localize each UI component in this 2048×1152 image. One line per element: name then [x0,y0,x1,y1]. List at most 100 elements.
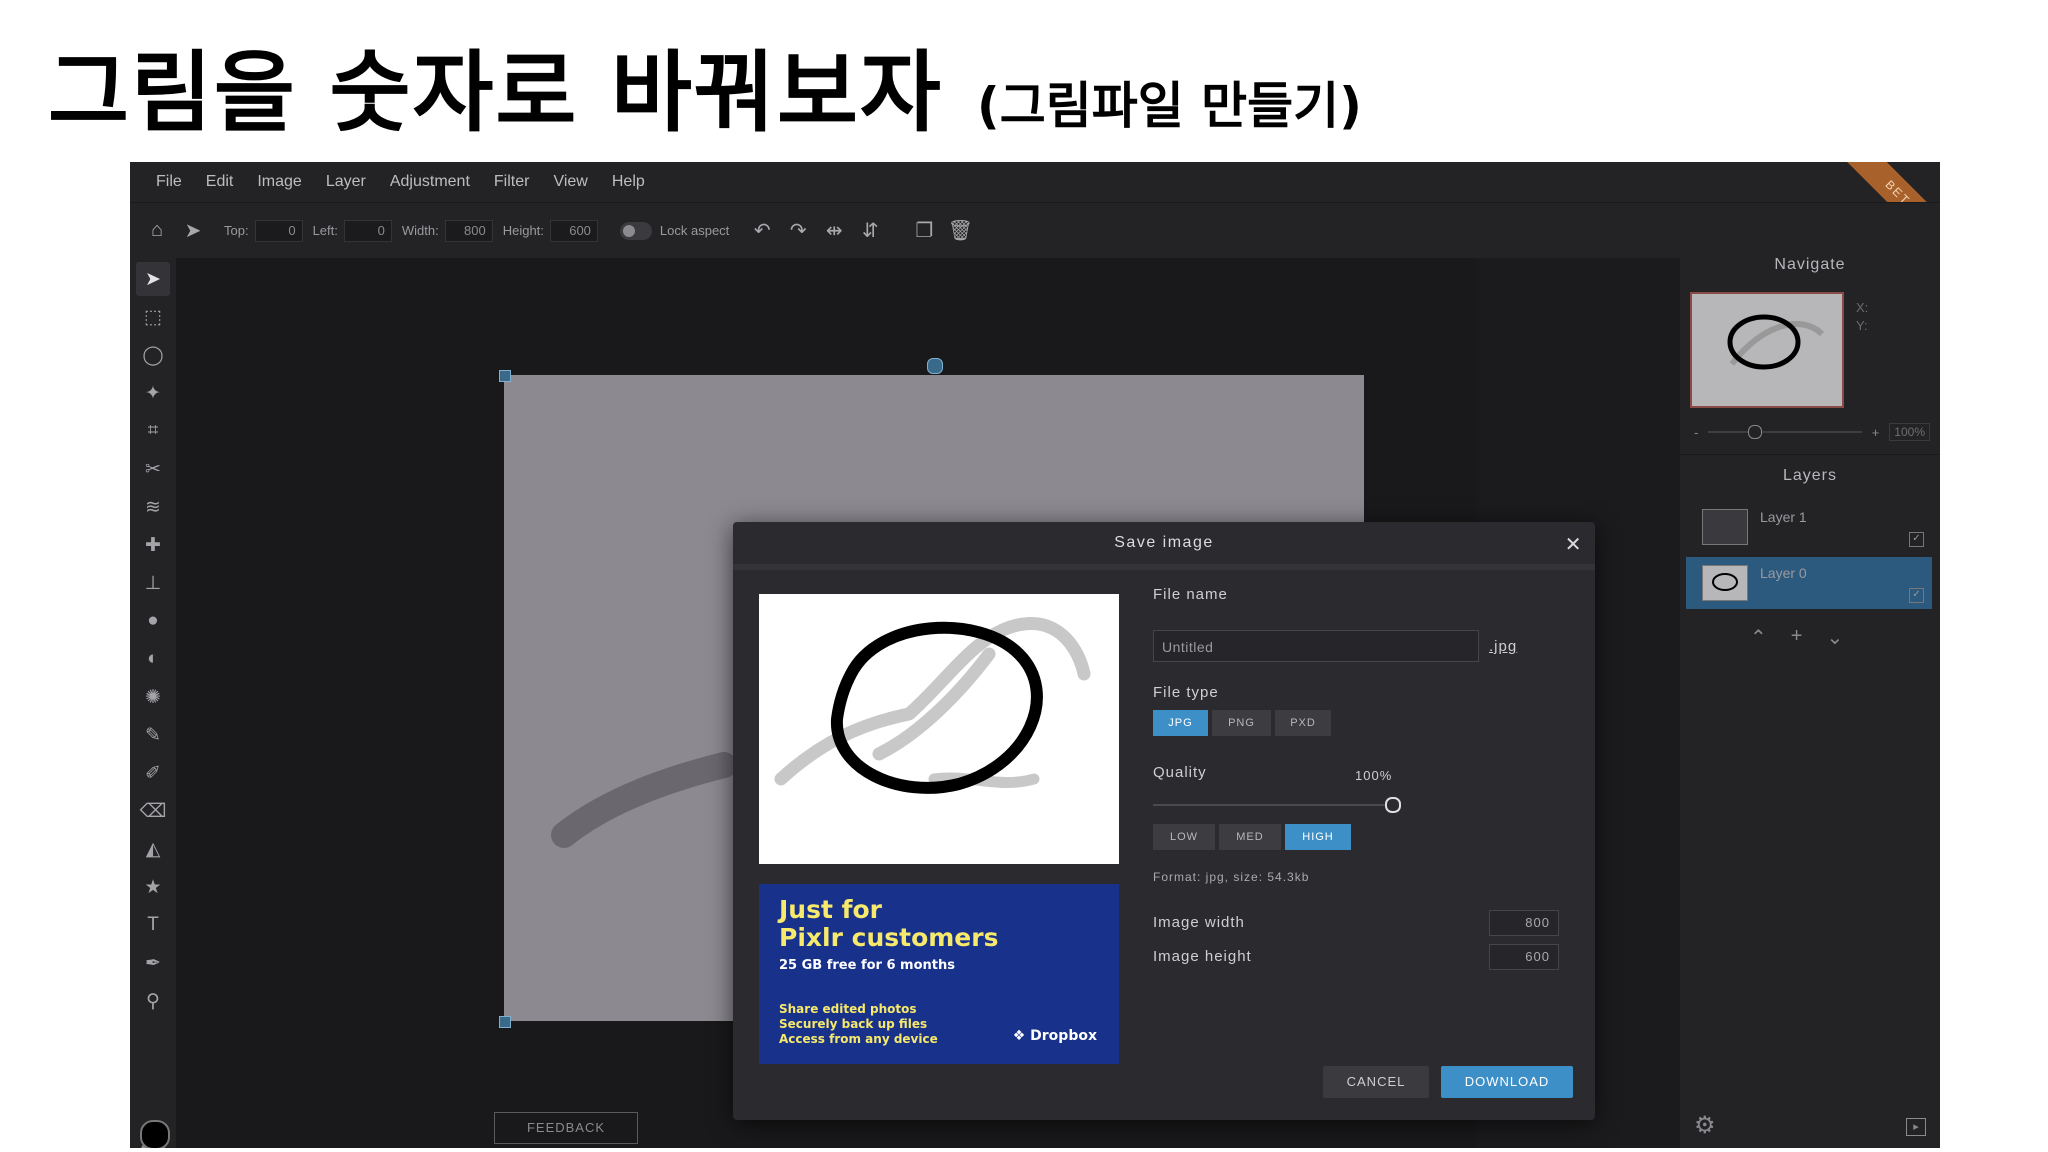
preview-drawing [774,617,1091,794]
quality-med-button[interactable]: MED [1219,824,1281,850]
left-input[interactable]: 0 [343,219,392,242]
menu-edit[interactable]: Edit [206,173,234,191]
navigate-title: Navigate [1774,256,1846,273]
quality-low-button[interactable]: LOW [1153,824,1215,850]
navigator-preview [1727,314,1825,370]
rotate-right-icon[interactable]: ↷ [783,216,813,246]
image-width-input[interactable]: 800 [1489,910,1559,936]
lasso-icon[interactable]: ◯ [136,338,170,372]
image-preview [759,594,1119,864]
flip-horizontal-icon[interactable]: ⇹ [819,216,849,246]
menu-file[interactable]: File [156,173,182,191]
dodge-icon[interactable]: ◐ [136,642,170,676]
options-toolbar: ⌂ ➤ Top: 0 Left: 0 Width: 800 Height: 60… [130,202,1940,258]
layer-row[interactable]: Layer 1 ✓ [1686,501,1932,553]
color-picker-icon[interactable]: ✒ [136,946,170,980]
transform-handle[interactable] [499,1016,511,1028]
ad-feature: Share edited photos [779,1002,917,1016]
zoom-control: - + 100% [1694,422,1930,442]
foreground-color-swatch[interactable] [140,1120,170,1148]
star-shape-icon[interactable]: ★ [136,870,170,904]
format-info: Format: jpg, size: 54.3kb [1153,870,1310,884]
top-input[interactable]: 0 [254,219,303,242]
settings-gear-icon[interactable]: ⚙ [1694,1111,1716,1140]
rotate-left-icon[interactable]: ↶ [747,216,777,246]
layer-visibility-checkbox[interactable]: ✓ [1909,588,1924,603]
left-label: Left: [312,223,338,238]
file-type-jpg-button[interactable]: JPG [1153,710,1208,736]
cancel-button[interactable]: CANCEL [1323,1066,1429,1098]
collapse-panel-icon[interactable]: ▸ [1906,1118,1926,1136]
add-layer-icon[interactable]: + [1791,625,1803,650]
sponge-icon[interactable]: ✺ [136,680,170,714]
menu-filter[interactable]: Filter [494,173,530,191]
layer-visibility-checkbox[interactable]: ✓ [1909,532,1924,547]
quality-label: Quality [1153,764,1207,781]
image-height-input[interactable]: 600 [1489,944,1559,970]
dropbox-ad-banner[interactable]: Just for Pixlr customers 25 GB free for … [759,884,1119,1064]
save-image-dialog: Save image ✕ Just for Pixlr customers 25… [733,522,1595,1120]
zoom-slider-knob[interactable] [1748,425,1763,439]
pixlr-editor-window: File Edit Image Layer Adjustment Filter … [130,162,1940,1148]
zoom-out-button[interactable]: - [1694,425,1698,440]
quality-slider-knob[interactable] [1385,797,1401,813]
trash-icon[interactable]: 🗑 [945,216,975,246]
heal-icon[interactable]: ✚ [136,528,170,562]
cut-icon[interactable]: ✂ [136,452,170,486]
download-button[interactable]: DOWNLOAD [1441,1066,1573,1098]
file-type-label: File type [1153,684,1219,701]
move-layer-up-icon[interactable]: ⌃ [1750,625,1767,650]
menu-bar: File Edit Image Layer Adjustment Filter … [130,162,1940,202]
flip-vertical-icon[interactable]: ⇵ [855,216,885,246]
marquee-icon[interactable]: ⬚ [136,300,170,334]
height-label: Height: [502,223,544,238]
height-input[interactable]: 600 [549,219,598,242]
navigator-thumbnail[interactable] [1690,292,1844,408]
transform-handle[interactable] [499,370,511,382]
file-type-pxd-button[interactable]: PXD [1275,710,1331,736]
pencil-icon[interactable]: ✎ [136,718,170,752]
blur-drop-icon[interactable]: ● [136,604,170,638]
menu-help[interactable]: Help [612,173,645,191]
zoom-icon[interactable]: ⚲ [136,984,170,1018]
liquify-icon[interactable]: ≋ [136,490,170,524]
quality-high-button[interactable]: HIGH [1285,824,1351,850]
zoom-in-button[interactable]: + [1872,425,1880,440]
magic-wand-icon[interactable]: ✦ [136,376,170,410]
move-layer-down-icon[interactable]: ⌄ [1826,625,1843,650]
ad-headline-line-2: Pixlr customers [779,923,999,952]
lock-aspect-toggle[interactable] [619,221,652,240]
rotate-handle[interactable] [927,358,943,374]
tool-palette: ➤ ⬚ ◯ ✦ ⌗ ✂ ≋ ✚ ⊥ ● ◐ ✺ ✎ ✐ ⌫ ◭ ★ T ✒ ⚲ [130,258,176,1148]
duplicate-icon[interactable]: ❐ [909,216,939,246]
layer-thumbnail [1702,565,1748,601]
file-type-png-button[interactable]: PNG [1212,710,1271,736]
brush-icon[interactable]: ✐ [136,756,170,790]
ad-feature: Securely back up files [779,1017,928,1031]
zoom-slider[interactable] [1708,425,1862,439]
type-icon[interactable]: T [136,908,170,942]
slide-title-sub: (그림파일 만들기) [976,77,1362,135]
zoom-value[interactable]: 100% [1889,423,1930,441]
width-input[interactable]: 800 [444,219,493,242]
home-icon[interactable]: ⌂ [142,216,172,246]
feedback-button[interactable]: FEEDBACK [494,1112,638,1144]
layer-name: Layer 1 [1760,509,1807,525]
file-name-input[interactable]: Untitled [1153,630,1479,662]
menu-adjustment[interactable]: Adjustment [390,173,470,191]
menu-image[interactable]: Image [257,173,301,191]
menu-layer[interactable]: Layer [326,173,366,191]
quality-slider[interactable] [1153,797,1401,813]
layer-row-active[interactable]: Layer 0 ✓ [1686,557,1932,609]
layer-thumbnail [1702,509,1748,545]
crop-icon[interactable]: ⌗ [136,414,170,448]
quality-preset-selector: LOW MED HIGH [1153,824,1355,850]
move-arrow-icon[interactable]: ➤ [136,262,170,296]
quality-value: 100% [1355,768,1393,783]
move-tool-icon[interactable]: ➤ [178,216,208,246]
menu-view[interactable]: View [553,173,587,191]
fill-bucket-icon[interactable]: ◭ [136,832,170,866]
ad-offer: 25 GB free for 6 months [779,958,955,973]
eraser-icon[interactable]: ⌫ [136,794,170,828]
stamp-icon[interactable]: ⊥ [136,566,170,600]
